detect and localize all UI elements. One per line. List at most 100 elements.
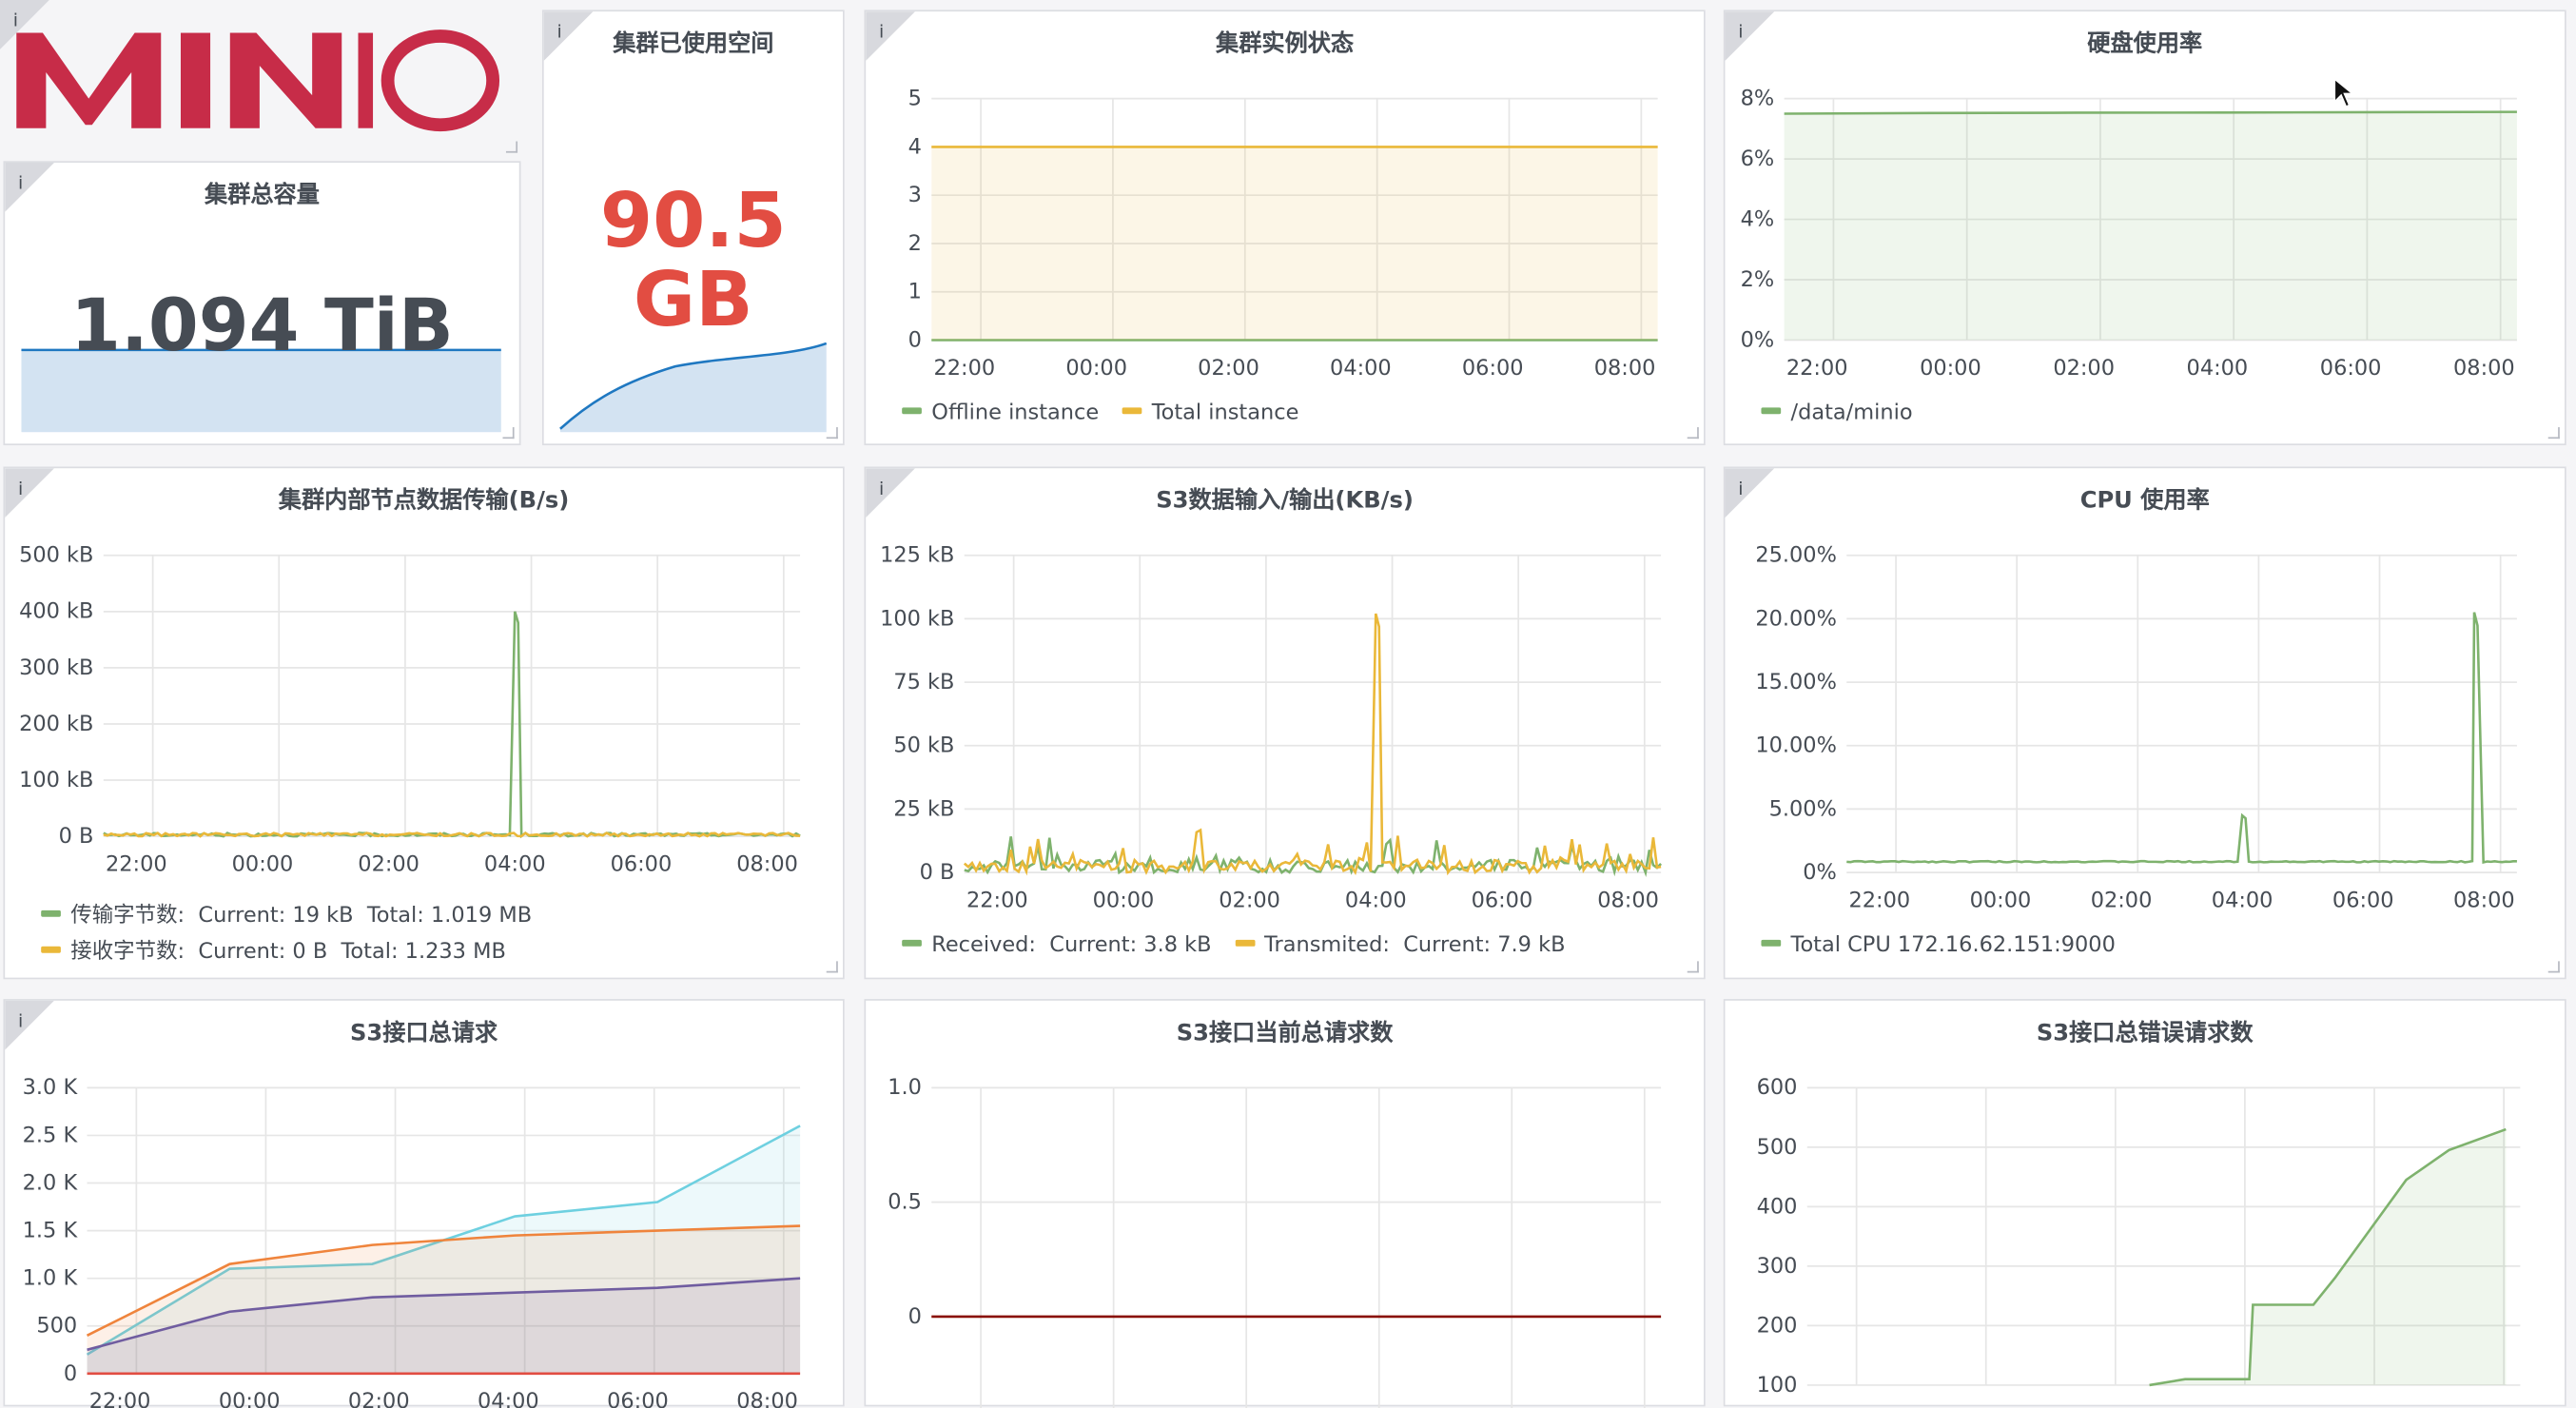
y-tick-label: 25 kB [893, 796, 954, 821]
legend-item[interactable]: /data/minio [1761, 401, 1913, 426]
minio-logo [16, 29, 500, 132]
x-tick-label: 06:00 [607, 1389, 669, 1408]
legend-label: Offline instance [931, 401, 1100, 426]
legend-item[interactable]: Transmited: Current: 7.9 kB [1234, 932, 1566, 958]
resize-handle[interactable] [826, 427, 838, 440]
y-tick-label: 0% [1741, 327, 1775, 352]
legend-label: Received: [931, 932, 1036, 958]
x-tick-label: 06:00 [1462, 356, 1524, 381]
y-tick-label: 2% [1741, 267, 1775, 292]
x-tick-label: 08:00 [2453, 356, 2515, 381]
legend-total: Total: 1.233 MB [341, 939, 506, 965]
legend: Offline instance Total instance [902, 401, 1316, 425]
series-area [931, 147, 1658, 341]
legend-item[interactable]: Total instance [1122, 401, 1298, 425]
panel-s3-error-requests: S3接口总错误请求数 100 200 300 400 500 600 [1723, 999, 2566, 1407]
s3-io-chart: 0 B 25 kB 50 kB 75 kB 100 kB 125 kB 22:00 00:00… [880, 543, 1663, 912]
series-line [103, 831, 801, 838]
y-tick-label: 100 [1757, 1373, 1798, 1398]
resize-handle[interactable] [505, 141, 518, 153]
y-tick-label: 0 [908, 327, 922, 352]
resize-handle[interactable] [1687, 427, 1699, 440]
y-tick-label: 300 [1757, 1254, 1798, 1279]
y-tick-label: 200 [1757, 1313, 1798, 1338]
resize-handle[interactable] [1687, 961, 1699, 973]
legend-label[interactable]: 传输字节数: [70, 904, 185, 929]
resize-handle[interactable] [502, 427, 515, 440]
legend-current: Current: 7.9 kB [1403, 932, 1566, 958]
x-tick-label: 02:00 [1198, 356, 1259, 381]
panel-cpu: i CPU 使用率 0% 5.00% 10.00% 15.00% 20.00% 25.00… [1723, 466, 2566, 980]
y-tick-label: 0 [64, 1361, 77, 1386]
y-tick-label: 10.00% [1755, 733, 1837, 758]
y-tick-label: 1.5 K [23, 1219, 79, 1243]
series-line [1846, 612, 2517, 864]
x-tick-label: 06:00 [611, 851, 673, 876]
legend-swatch [1122, 407, 1142, 415]
legend-current: Current: 0 B [198, 939, 328, 965]
x-tick-label: 02:00 [2091, 888, 2153, 912]
y-tick-label: 3.0 K [23, 1075, 79, 1100]
panel-s3-total-requests: i S3接口总请求 0 500 1.0 K 1.5 K 2.0 K 2.5 K 3.0 K2… [3, 999, 845, 1408]
x-tick-label: 00:00 [1970, 888, 2032, 912]
y-tick-label: 100 kB [19, 768, 93, 792]
legend: Received: Current: 3.8 kB Transmited: Cu… [902, 933, 1582, 958]
y-tick-label: 600 [1757, 1075, 1798, 1100]
y-tick-label: 2.0 K [23, 1170, 79, 1195]
panel-disk-usage: i 硬盘使用率 0% 2% 4% 6% 8% 22:00 00:00 02:00 04:00 06… [1723, 10, 2566, 446]
x-tick-label: 04:00 [2187, 356, 2249, 381]
s3-total-requests-chart: 0 500 1.0 K 1.5 K 2.0 K 2.5 K 3.0 K 22:00 00:00 0… [23, 1075, 801, 1408]
y-tick-label: 2 [908, 231, 922, 256]
x-tick-label: 00:00 [219, 1389, 281, 1408]
legend-label: /data/minio [1790, 401, 1913, 426]
x-tick-label: 04:00 [478, 1389, 539, 1408]
panel-instance-status: i 集群实例状态 0 1 2 3 4 5 22:00 00:00 02:00 04:00 06:00… [864, 10, 1706, 446]
y-tick-label: 500 [1757, 1135, 1798, 1160]
series-area [1784, 111, 2517, 341]
series-area [2149, 1129, 2507, 1385]
x-tick-label: 22:00 [966, 888, 1028, 912]
cpu-chart: 0% 5.00% 10.00% 15.00% 20.00% 25.00% 22:00 00:0… [1755, 543, 2517, 912]
capacity-value: 1.094 TiB [70, 284, 454, 368]
y-tick-label: 0 [908, 1304, 922, 1329]
y-tick-label: 0 B [920, 860, 955, 885]
y-tick-label: 4% [1741, 206, 1775, 231]
s3-error-requests-chart: 100 200 300 400 500 600 [1757, 1075, 2521, 1398]
x-tick-label: 08:00 [1597, 888, 1659, 912]
y-tick-label: 8% [1741, 87, 1775, 111]
x-tick-label: 02:00 [348, 1389, 410, 1408]
y-tick-label: 1 [908, 280, 922, 304]
legend-swatch [41, 909, 61, 917]
legend-swatch [41, 946, 61, 953]
resize-handle[interactable] [2547, 961, 2560, 973]
legend-item[interactable]: Total CPU 172.16.62.151:9000 [1761, 933, 2116, 958]
panel-internal-transfer: i 集群内部节点数据传输(B/s) 0 B 100 kB 200 kB 300 kB 4… [3, 466, 845, 980]
s3-current-requests-chart: -0.500.51.0 [888, 1075, 1662, 1408]
x-tick-label: 22:00 [1786, 356, 1848, 381]
x-tick-label: 06:00 [2320, 356, 2382, 381]
legend-current: Current: 19 kB [198, 903, 354, 929]
x-tick-label: 08:00 [736, 851, 798, 876]
x-tick-label: 04:00 [1330, 356, 1392, 381]
legend-swatch [1234, 939, 1255, 947]
resize-handle[interactable] [826, 961, 838, 973]
x-tick-label: 08:00 [736, 1389, 798, 1408]
legend-label[interactable]: 接收字节数: [70, 940, 185, 965]
resize-handle[interactable] [2547, 427, 2560, 440]
legend-row: 接收字节数: Current: 0 B Total: 1.233 MB [41, 933, 506, 965]
y-tick-label: 75 kB [893, 670, 954, 694]
legend-item[interactable]: Offline instance [902, 401, 1099, 425]
legend-item[interactable]: Received: Current: 3.8 kB [902, 932, 1212, 958]
y-tick-label: 25.00% [1755, 543, 1837, 568]
x-tick-label: 08:00 [1594, 356, 1656, 381]
x-tick-label: 02:00 [358, 851, 420, 876]
x-tick-label: 22:00 [933, 356, 995, 381]
legend-total: Total: 1.019 MB [366, 903, 533, 929]
y-tick-label: 6% [1741, 147, 1775, 171]
y-tick-label: 5 [908, 87, 922, 111]
legend-current: Current: 3.8 kB [1049, 932, 1212, 958]
y-tick-label: 1.0 [888, 1075, 922, 1100]
x-tick-label: 06:00 [2332, 888, 2394, 912]
y-tick-label: 125 kB [880, 543, 954, 568]
series-line [963, 613, 1662, 876]
